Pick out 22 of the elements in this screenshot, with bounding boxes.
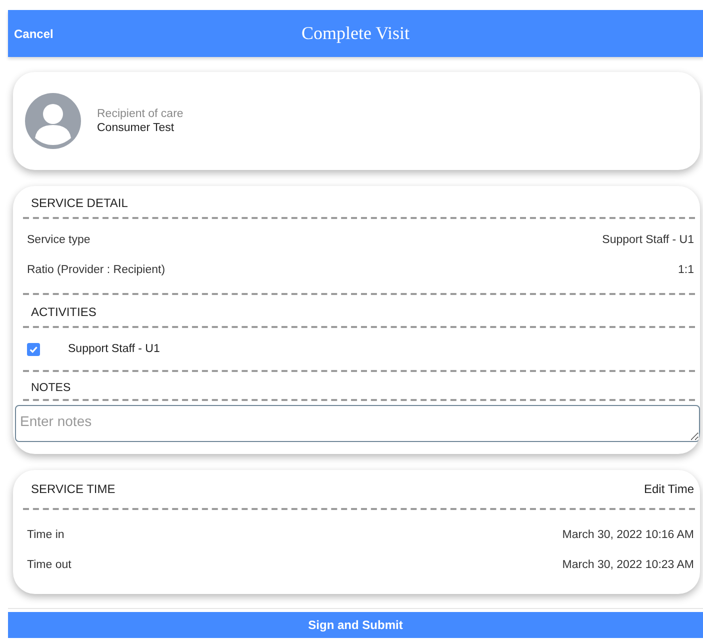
edit-time-link[interactable]: Edit Time [644,482,694,496]
row-value: March 30, 2022 10:16 AM [562,529,694,541]
section-heading: SERVICE DETAIL [31,196,128,210]
sign-and-submit-button[interactable]: Sign and Submit [8,612,703,638]
cancel-button[interactable]: Cancel [8,26,54,40]
window-title: Complete Visit [301,23,410,43]
recipient-label: Recipient of care [97,108,184,120]
row-value: Support Staff - U1 [602,234,694,246]
row-label: Time out [27,559,72,571]
section-heading: ACTIVITIES [31,305,96,319]
avatar-icon [25,93,81,149]
checkbox[interactable] [27,342,40,356]
row-label: Time in [27,529,64,541]
recipient-name: Consumer Test [97,122,176,134]
section-heading: NOTES [31,382,71,394]
section-heading: SERVICE TIME [31,482,116,496]
notes-field[interactable]: Enter notes [15,405,700,442]
row-label: Service type [27,234,90,246]
row-label: Ratio (Provider : Recipient) [27,264,166,276]
row-value: March 30, 2022 10:23 AM [562,559,694,571]
activity-label: Support Staff - U1 [68,343,160,355]
row-value: 1:1 [678,264,694,276]
